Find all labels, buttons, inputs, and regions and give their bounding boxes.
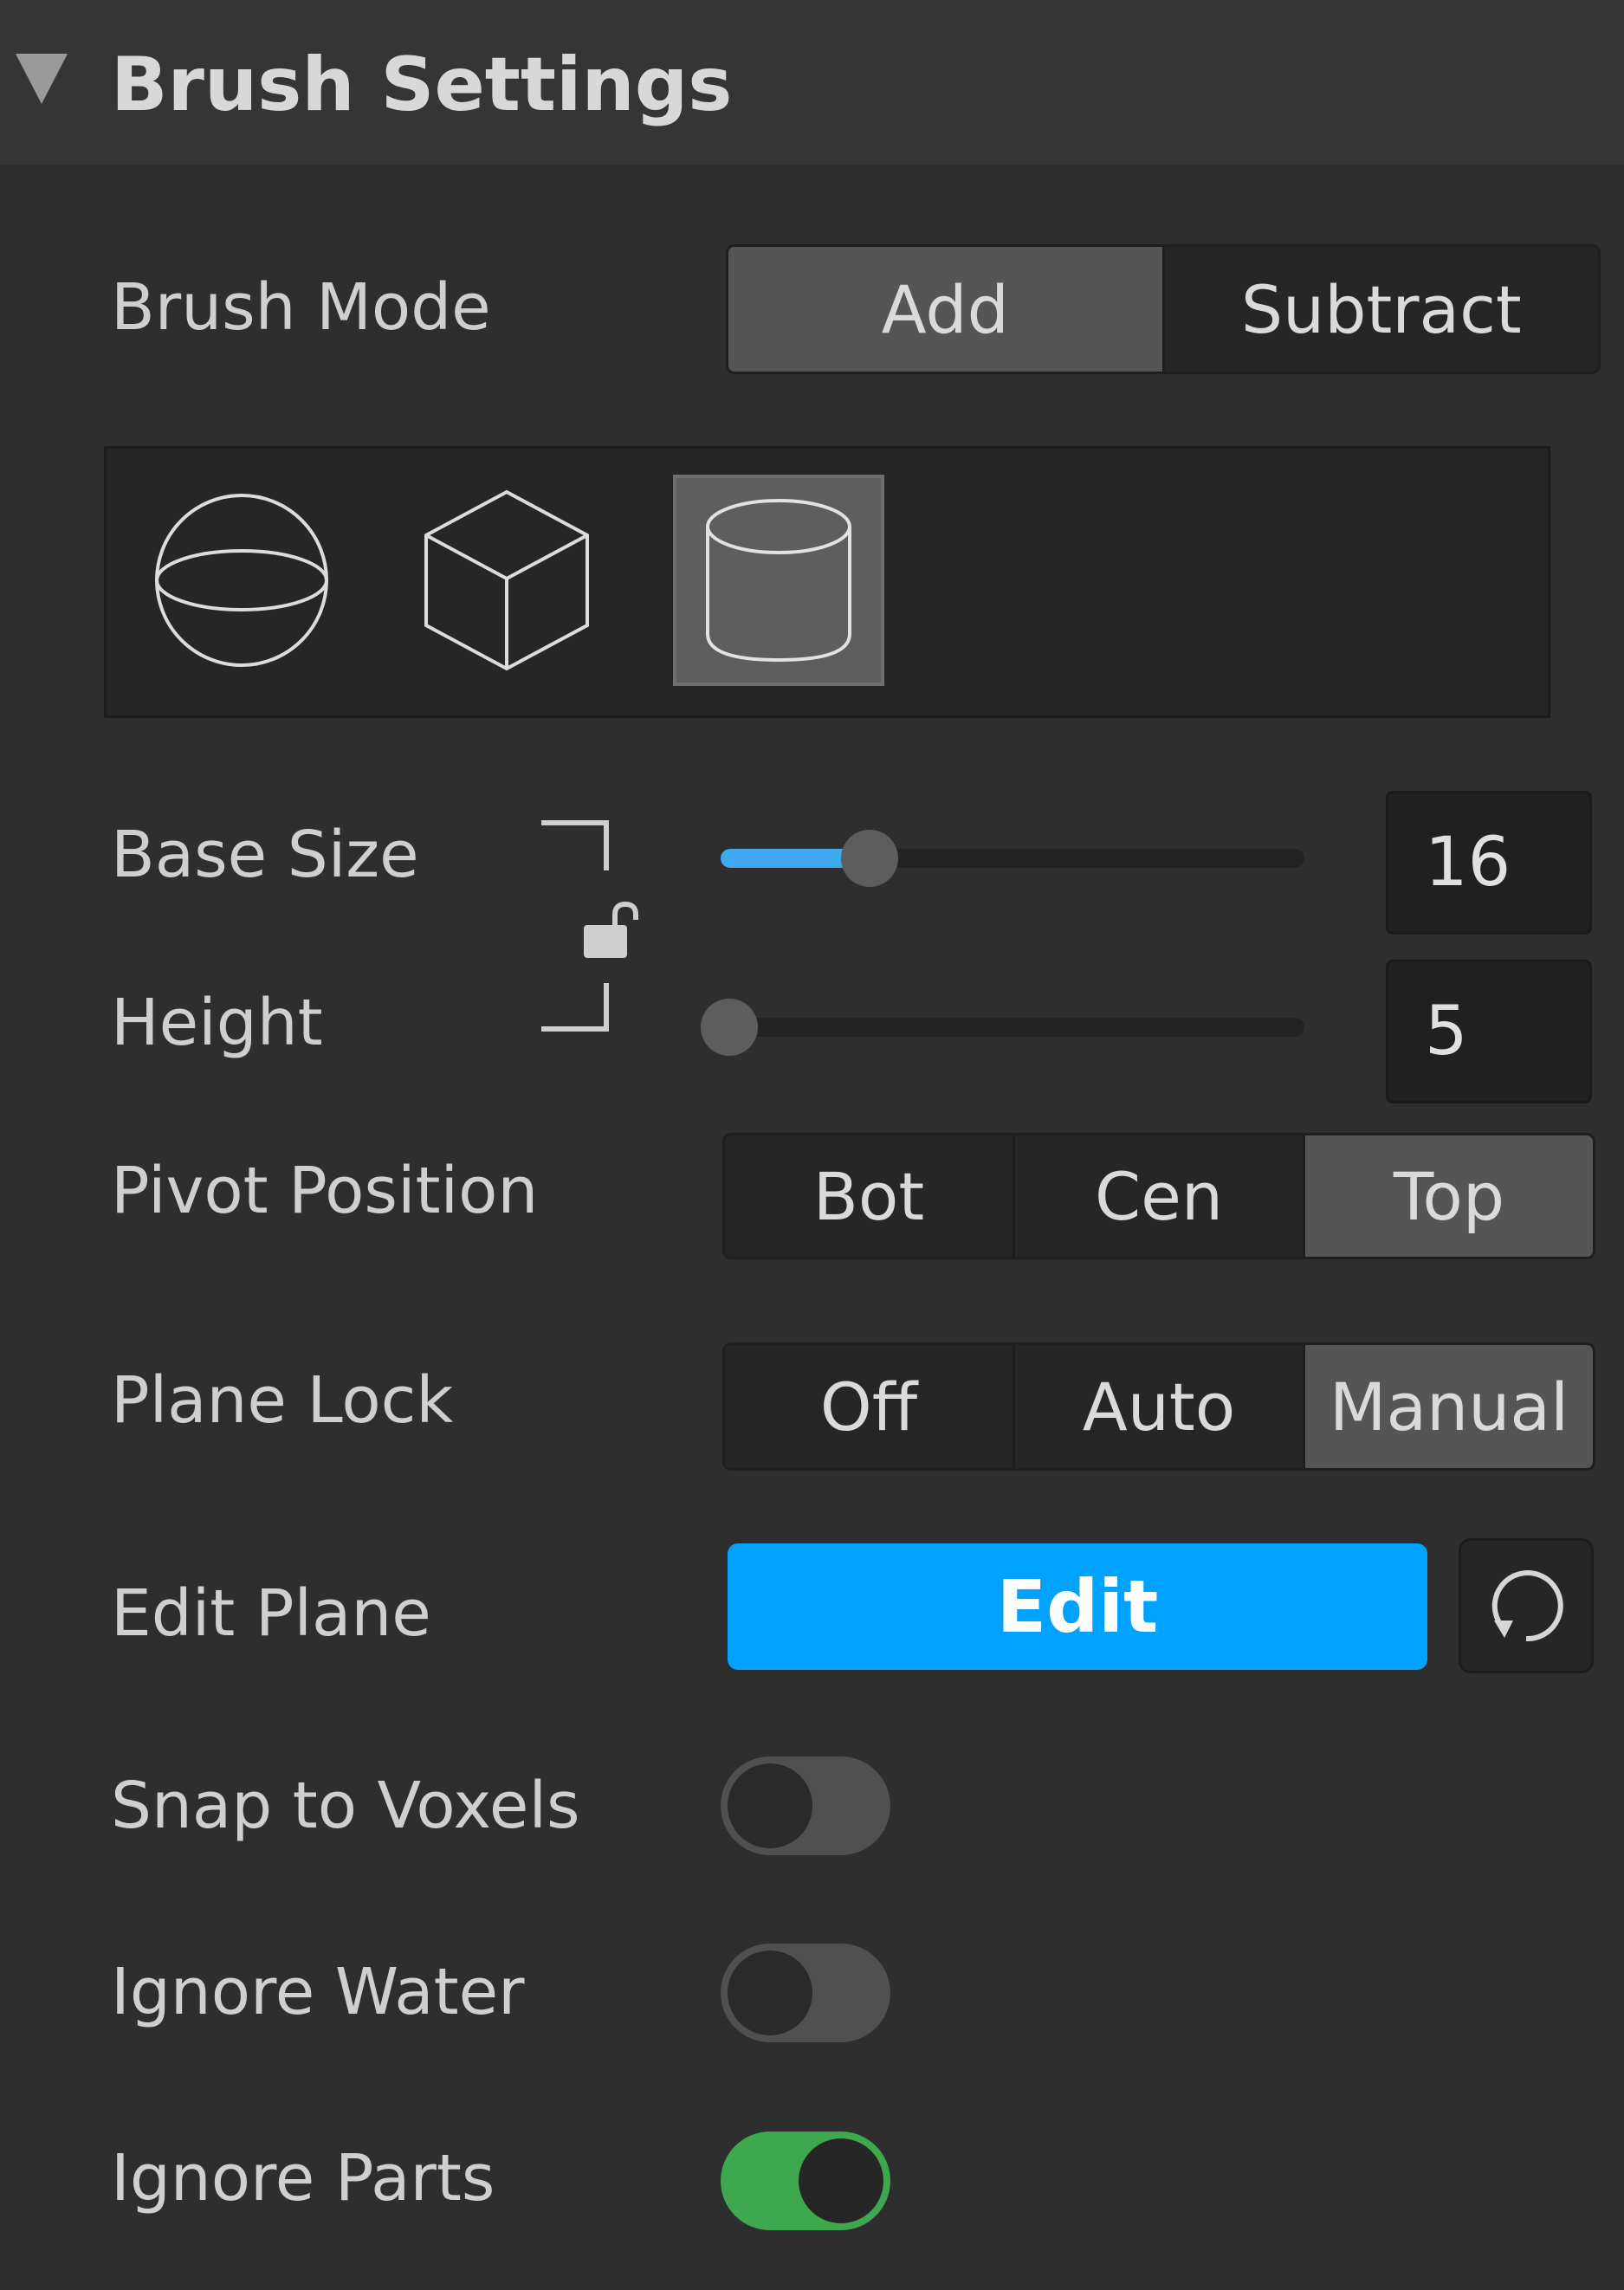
brush-settings-header[interactable]: Brush Settings xyxy=(0,0,1624,165)
snap-to-voxels-toggle[interactable] xyxy=(721,1756,890,1855)
ignore-parts-toggle[interactable] xyxy=(721,2132,890,2230)
base-size-label: Base Size xyxy=(111,818,419,892)
plane-lock-label: Plane Lock xyxy=(111,1363,454,1438)
reset-icon xyxy=(1491,1570,1563,1642)
shape-sphere-button[interactable] xyxy=(136,475,347,686)
brush-mode-subtract-button[interactable]: Subtract xyxy=(1165,247,1599,372)
brush-shape-picker xyxy=(104,446,1550,718)
toggle-knob xyxy=(728,1950,812,2035)
shape-cube-button[interactable] xyxy=(401,475,612,686)
brush-mode-selector: Add Subtract xyxy=(726,244,1601,374)
pivot-bot-button[interactable]: Bot xyxy=(725,1135,1015,1257)
plane-lock-manual-button[interactable]: Manual xyxy=(1305,1345,1593,1468)
cube-icon xyxy=(424,489,589,671)
ignore-water-toggle[interactable] xyxy=(721,1944,890,2042)
plane-lock-selector: Off Auto Manual xyxy=(722,1342,1595,1471)
height-slider-thumb[interactable] xyxy=(701,999,758,1056)
section-title: Brush Settings xyxy=(111,42,733,128)
plane-lock-off-button[interactable]: Off xyxy=(725,1345,1015,1468)
edit-plane-label: Edit Plane xyxy=(111,1576,431,1651)
ignore-parts-label: Ignore Parts xyxy=(111,2141,495,2216)
pivot-position-selector: Bot Cen Top xyxy=(722,1133,1595,1259)
brush-mode-add-button[interactable]: Add xyxy=(728,247,1165,372)
pivot-position-label: Pivot Position xyxy=(111,1154,539,1228)
toggle-knob xyxy=(799,2138,883,2223)
base-size-slider-thumb[interactable] xyxy=(840,830,898,887)
height-label: Height xyxy=(111,986,323,1060)
reset-plane-button[interactable] xyxy=(1459,1538,1594,1673)
cylinder-icon xyxy=(706,499,851,663)
snap-to-voxels-label: Snap to Voxels xyxy=(111,1769,580,1843)
sphere-icon xyxy=(155,494,328,667)
height-input[interactable]: 5 xyxy=(1386,960,1592,1103)
unlock-icon[interactable] xyxy=(580,901,643,961)
pivot-cen-button[interactable]: Cen xyxy=(1015,1135,1305,1257)
base-size-slider-fill xyxy=(721,849,861,868)
pivot-top-button[interactable]: Top xyxy=(1305,1135,1593,1257)
shape-cylinder-button[interactable] xyxy=(673,475,884,686)
toggle-knob xyxy=(728,1763,812,1848)
plane-lock-auto-button[interactable]: Auto xyxy=(1015,1345,1305,1468)
edit-plane-button[interactable]: Edit xyxy=(728,1543,1427,1670)
collapse-arrow-icon[interactable] xyxy=(16,54,68,104)
brush-mode-label: Brush Mode xyxy=(111,270,491,345)
height-slider[interactable] xyxy=(721,1018,1304,1037)
ignore-water-label: Ignore Water xyxy=(111,1955,525,2029)
base-size-input[interactable]: 16 xyxy=(1386,791,1592,935)
